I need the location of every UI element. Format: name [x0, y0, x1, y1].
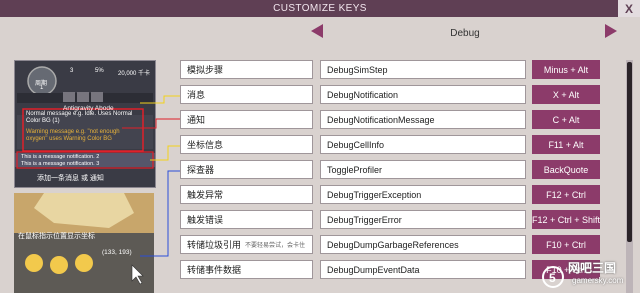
notification-sample-2: This is a message notification. 2 [21, 154, 100, 160]
category-label: Debug [450, 28, 480, 39]
notification-sample-3: This is a message notification. 3 [21, 161, 100, 167]
action-command: DebugSimStep [320, 60, 526, 79]
cell-info-tutorial-image: 在鼠标指示位置显示坐标 (133, 193) [14, 193, 154, 293]
duplicant-icon [75, 254, 93, 272]
action-command: DebugTriggerException [320, 185, 526, 204]
action-name: 触发异常 [180, 185, 313, 204]
action-command: DebugDumpGarbageReferences [320, 235, 526, 254]
cell-info-drawing [14, 193, 154, 293]
svg-text:5: 5 [549, 271, 556, 285]
action-name-text: 通知 [187, 115, 206, 125]
action-name: 触发错误 [180, 210, 313, 229]
action-note: 不要轻易尝试，会卡住 [245, 243, 306, 249]
duplicant-count: 3 [70, 68, 74, 74]
keybind-button[interactable]: F11 + Alt [532, 135, 600, 154]
action-name-text: 模拟步骤 [187, 65, 224, 75]
action-command: DebugNotification [320, 85, 526, 104]
action-name-text: 探查器 [187, 165, 215, 175]
window-title-bar: CUSTOMIZE KEYS [0, 0, 640, 17]
stress-percent: 5% [95, 68, 104, 74]
duplicant-icon [50, 256, 68, 274]
action-name: 通知 [180, 110, 313, 129]
keybind-row: 消息 DebugNotification X + Alt [180, 85, 600, 106]
action-name: 模拟步骤 [180, 60, 313, 79]
keybind-button[interactable]: C + Alt [532, 110, 600, 129]
action-name-text: 触发错误 [187, 215, 224, 225]
action-command: ToggleProfiler [320, 160, 526, 179]
keybind-row: 转储垃圾引用 不要轻易尝试，会卡住 DebugDumpGarbageReferenc… [180, 235, 600, 256]
duplicant-icon [25, 254, 43, 272]
keybind-row: 探查器 ToggleProfiler BackQuote [180, 160, 600, 181]
action-command: DebugNotificationMessage [320, 110, 526, 129]
watermark-domain: gamersky.com [572, 276, 624, 285]
keybind-row: 坐标信息 DebugCellInfo F11 + Alt [180, 135, 600, 156]
keybind-row: 通知 DebugNotificationMessage C + Alt [180, 110, 600, 131]
cursor-caption: 在鼠标指示位置显示坐标 [18, 233, 95, 240]
keybind-row: 模拟步骤 DebugSimStep Minus + Alt [180, 60, 600, 81]
next-category-arrow[interactable] [605, 24, 617, 38]
scrollbar-thumb[interactable] [627, 62, 632, 242]
notification-tutorial-image: 周期 1 3 5% 20,000 千卡 Antigravity Abode No… [14, 60, 156, 188]
keybind-button[interactable]: BackQuote [532, 160, 600, 179]
action-name: 转储垃圾引用 不要轻易尝试，会卡住 [180, 235, 313, 254]
warning-message-sample: Warning message e.g. "not enough oxygen"… [26, 129, 120, 142]
add-notification-caption: 添加一条消息 或 通知 [37, 175, 104, 182]
close-button[interactable]: X [618, 0, 640, 17]
close-icon: X [624, 1, 633, 16]
action-name: 消息 [180, 85, 313, 104]
keybind-row: 触发异常 DebugTriggerException F12 + Ctrl [180, 185, 600, 206]
action-name: 坐标信息 [180, 135, 313, 154]
calories: 20,000 千卡 [118, 71, 151, 77]
watermark: 5 网吧三国 gamersky.com [542, 256, 640, 293]
action-command: DebugDumpEventData [320, 260, 526, 279]
keybind-row: 触发错误 DebugTriggerError F12 + Ctrl + Shift [180, 210, 600, 231]
action-name-text: 转储垃圾引用 [187, 240, 242, 250]
keybind-button[interactable]: F12 + Ctrl + Shift [532, 210, 600, 229]
keybind-button[interactable]: F12 + Ctrl [532, 185, 600, 204]
normal-message-sample: Normal message e.g. Idle. Uses Normal Co… [26, 111, 133, 124]
window-title: CUSTOMIZE KEYS [273, 3, 367, 14]
action-name-text: 坐标信息 [187, 140, 224, 150]
action-name-text: 转储事件数据 [187, 265, 242, 275]
previous-category-arrow[interactable] [311, 24, 323, 38]
action-name: 探查器 [180, 160, 313, 179]
keybind-button[interactable]: Minus + Alt [532, 60, 600, 79]
keybind-button[interactable]: F10 + Ctrl [532, 235, 600, 254]
action-command: DebugTriggerError [320, 210, 526, 229]
action-command: DebugCellInfo [320, 135, 526, 154]
cycle-number: 1 [40, 85, 44, 91]
keybind-button[interactable]: X + Alt [532, 85, 600, 104]
action-name-text: 触发异常 [187, 190, 224, 200]
coordinates-readout: (133, 193) [102, 249, 132, 256]
action-name-text: 消息 [187, 90, 206, 100]
watermark-site: 网吧三国 [568, 261, 617, 275]
keybind-row: 转储事件数据 DebugDumpEventData F10 + Ctrl [180, 260, 600, 281]
action-name: 转储事件数据 [180, 260, 313, 279]
